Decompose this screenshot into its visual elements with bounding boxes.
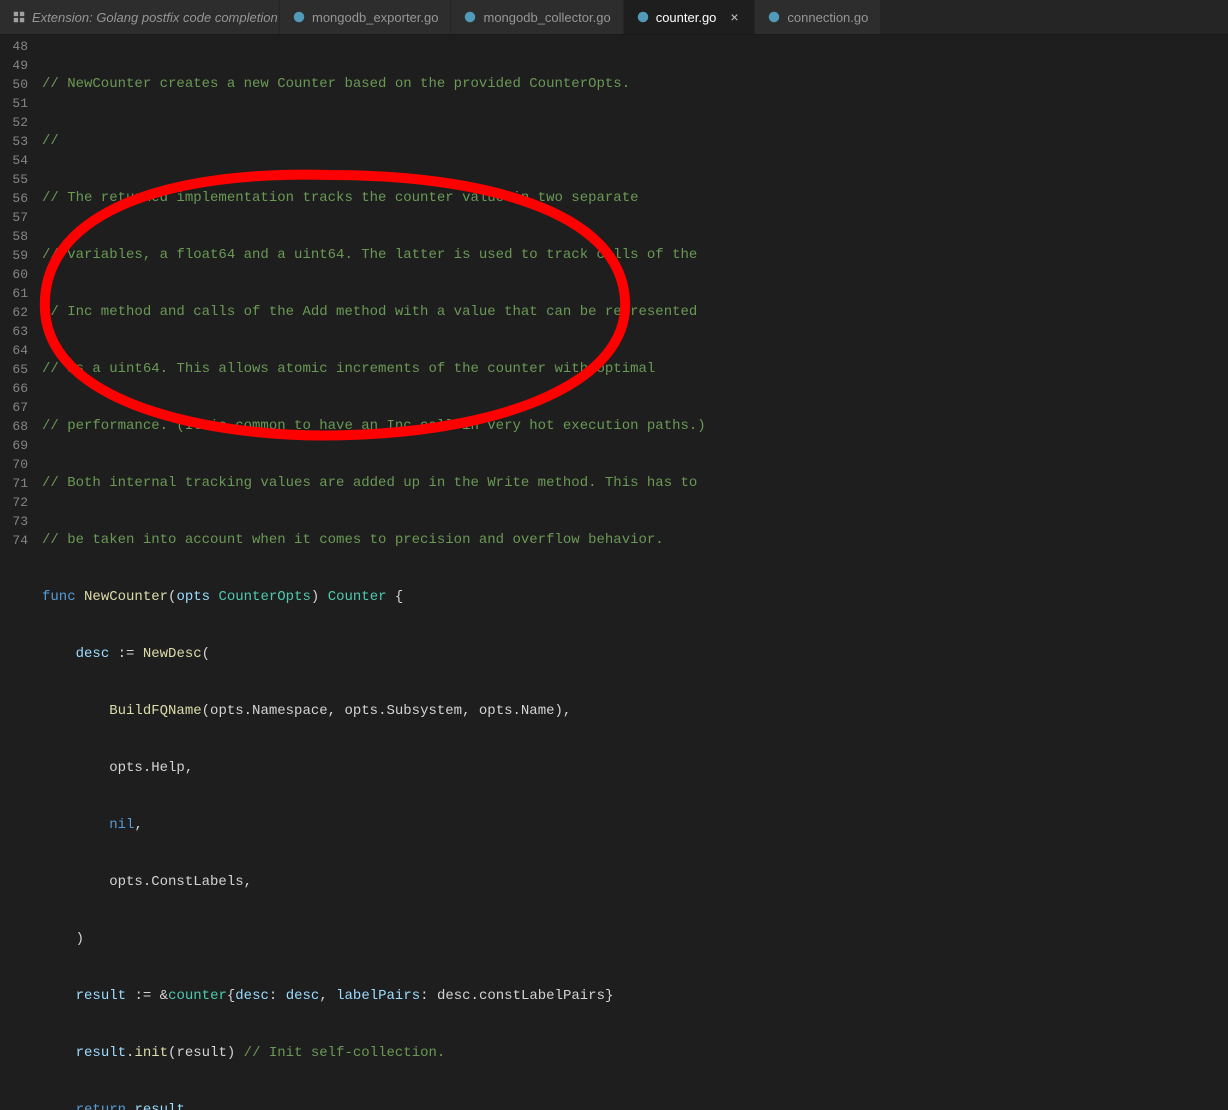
tab-extension[interactable]: Extension: Golang postfix code completio… bbox=[0, 0, 280, 34]
line-number: 55 bbox=[0, 170, 28, 189]
line-number: 72 bbox=[0, 493, 28, 512]
comment: // bbox=[42, 133, 59, 149]
tab-label: mongodb_collector.go bbox=[483, 10, 610, 25]
go-file-icon bbox=[767, 10, 781, 24]
line-number: 74 bbox=[0, 531, 28, 550]
editor[interactable]: 4849505152535455565758596061626364656667… bbox=[0, 35, 1228, 555]
go-file-icon bbox=[292, 10, 306, 24]
tab-label: Extension: Golang postfix code completio… bbox=[32, 10, 278, 25]
line-number: 48 bbox=[0, 37, 28, 56]
comment: // Inc method and calls of the Add metho… bbox=[42, 304, 697, 320]
code-area[interactable]: // NewCounter creates a new Counter base… bbox=[42, 35, 1228, 555]
tab-mongodb-collector[interactable]: mongodb_collector.go bbox=[451, 0, 623, 34]
go-file-icon bbox=[463, 10, 477, 24]
func-name: NewCounter bbox=[84, 589, 168, 605]
line-number: 56 bbox=[0, 189, 28, 208]
tab-connection[interactable]: connection.go bbox=[755, 0, 881, 34]
line-number: 65 bbox=[0, 360, 28, 379]
tab-bar: Extension: Golang postfix code completio… bbox=[0, 0, 1228, 35]
comment: // Both internal tracking values are add… bbox=[42, 475, 697, 491]
line-number: 71 bbox=[0, 474, 28, 493]
tab-mongodb-exporter[interactable]: mongodb_exporter.go bbox=[280, 0, 451, 34]
tab-label: mongodb_exporter.go bbox=[312, 10, 438, 25]
line-number: 73 bbox=[0, 512, 28, 531]
comment: // as a uint64. This allows atomic incre… bbox=[42, 361, 655, 377]
line-number: 50 bbox=[0, 75, 28, 94]
comment: // NewCounter creates a new Counter base… bbox=[42, 76, 630, 92]
line-number: 59 bbox=[0, 246, 28, 265]
line-number: 52 bbox=[0, 113, 28, 132]
comment: // The returned implementation tracks th… bbox=[42, 190, 639, 206]
line-number: 49 bbox=[0, 56, 28, 75]
line-number: 60 bbox=[0, 265, 28, 284]
line-number: 51 bbox=[0, 94, 28, 113]
line-number: 53 bbox=[0, 132, 28, 151]
line-number: 63 bbox=[0, 322, 28, 341]
comment: // performance. (It is common to have an… bbox=[42, 418, 706, 434]
line-number: 70 bbox=[0, 455, 28, 474]
extension-icon bbox=[12, 10, 26, 24]
line-number: 57 bbox=[0, 208, 28, 227]
line-number: 58 bbox=[0, 227, 28, 246]
line-number: 61 bbox=[0, 284, 28, 303]
line-number: 68 bbox=[0, 417, 28, 436]
tab-label: connection.go bbox=[787, 10, 868, 25]
close-icon[interactable]: × bbox=[726, 9, 742, 25]
line-number: 62 bbox=[0, 303, 28, 322]
line-number: 67 bbox=[0, 398, 28, 417]
go-file-icon bbox=[636, 10, 650, 24]
line-number: 69 bbox=[0, 436, 28, 455]
line-number: 66 bbox=[0, 379, 28, 398]
tab-counter[interactable]: counter.go × bbox=[624, 0, 756, 34]
line-number: 64 bbox=[0, 341, 28, 360]
comment: // be taken into account when it comes t… bbox=[42, 532, 664, 548]
keyword-func: func bbox=[42, 589, 76, 605]
comment: // variables, a float64 and a uint64. Th… bbox=[42, 247, 697, 263]
tab-label: counter.go bbox=[656, 10, 717, 25]
line-gutter: 4849505152535455565758596061626364656667… bbox=[0, 35, 42, 555]
line-number: 54 bbox=[0, 151, 28, 170]
